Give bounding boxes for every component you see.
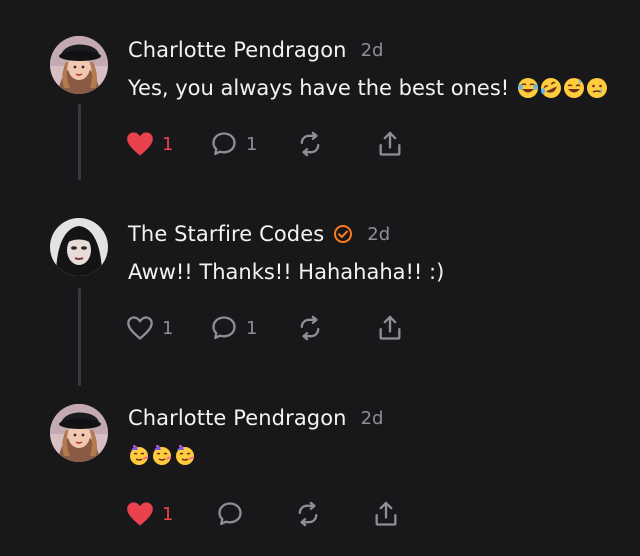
partying-face-emoji (176, 445, 195, 465)
repost-icon (300, 315, 320, 341)
emoji-group (128, 444, 196, 466)
reply-count: 1 (246, 133, 258, 155)
comment-icon (218, 502, 242, 526)
partying-face-emoji (153, 445, 172, 465)
like-count: 1 (162, 503, 174, 525)
sweat-smile-emoji (564, 78, 585, 98)
post-header: Charlotte Pendragon 2d (128, 406, 383, 430)
timestamp: 2d (360, 39, 384, 61)
rolling-laughing-emoji (518, 78, 539, 98)
tear-smile-emoji (587, 78, 608, 98)
share-button[interactable] (372, 500, 400, 528)
reply-count: 1 (246, 317, 258, 339)
rofl-emoji (541, 78, 562, 98)
post-actions: 1 (126, 498, 400, 530)
author-name[interactable]: Charlotte Pendragon (128, 38, 347, 62)
reply-button[interactable] (216, 500, 294, 528)
repost-button[interactable] (294, 500, 372, 528)
verified-badge-icon (333, 224, 353, 244)
like-count: 1 (162, 133, 174, 155)
post-text: Yes, you always have the best ones! (128, 76, 608, 100)
repost-icon (300, 131, 320, 157)
heart-filled-icon (127, 132, 153, 156)
post-text: Aww!! Thanks!! Hahahaha!! :) (128, 260, 444, 284)
author-name[interactable]: Charlotte Pendragon (128, 406, 347, 430)
share-icon (375, 501, 397, 526)
post-header: The Starfire Codes 2d (128, 222, 390, 246)
thread-line (78, 288, 81, 386)
share-icon (379, 131, 401, 156)
author-name[interactable]: The Starfire Codes (128, 222, 324, 246)
post-header: Charlotte Pendragon 2d (128, 38, 383, 62)
emoji-group (517, 77, 608, 99)
share-button[interactable] (376, 314, 404, 342)
heart-filled-icon (127, 502, 153, 526)
post-text (128, 444, 196, 466)
avatar-charlotte[interactable] (50, 404, 108, 462)
comment-icon (212, 316, 236, 340)
reply-button[interactable]: 1 (210, 130, 296, 158)
comment-icon (212, 132, 236, 156)
avatar-charlotte[interactable] (50, 36, 108, 94)
share-icon (379, 315, 401, 340)
timestamp: 2d (367, 223, 391, 245)
heart-outline-icon (127, 316, 153, 340)
like-count: 1 (162, 317, 174, 339)
avatar-starfire[interactable] (50, 218, 108, 276)
timestamp: 2d (360, 407, 384, 429)
post-text-content: Aww!! Thanks!! Hahahaha!! :) (128, 260, 445, 284)
thread-line (78, 104, 81, 180)
like-button[interactable]: 1 (126, 501, 216, 527)
repost-icon (298, 501, 318, 527)
post-text-content: Yes, you always have the best ones! (128, 76, 510, 100)
reply-thread: Charlotte Pendragon 2d Yes, you always h… (0, 0, 640, 556)
partying-face-emoji (130, 445, 149, 465)
post-actions: 1 1 (126, 312, 404, 344)
repost-button[interactable] (296, 314, 376, 342)
share-button[interactable] (376, 130, 404, 158)
reply-button[interactable]: 1 (210, 314, 296, 342)
repost-button[interactable] (296, 130, 376, 158)
like-button[interactable]: 1 (126, 131, 210, 157)
post-actions: 1 1 (126, 128, 404, 160)
like-button[interactable]: 1 (126, 315, 210, 341)
